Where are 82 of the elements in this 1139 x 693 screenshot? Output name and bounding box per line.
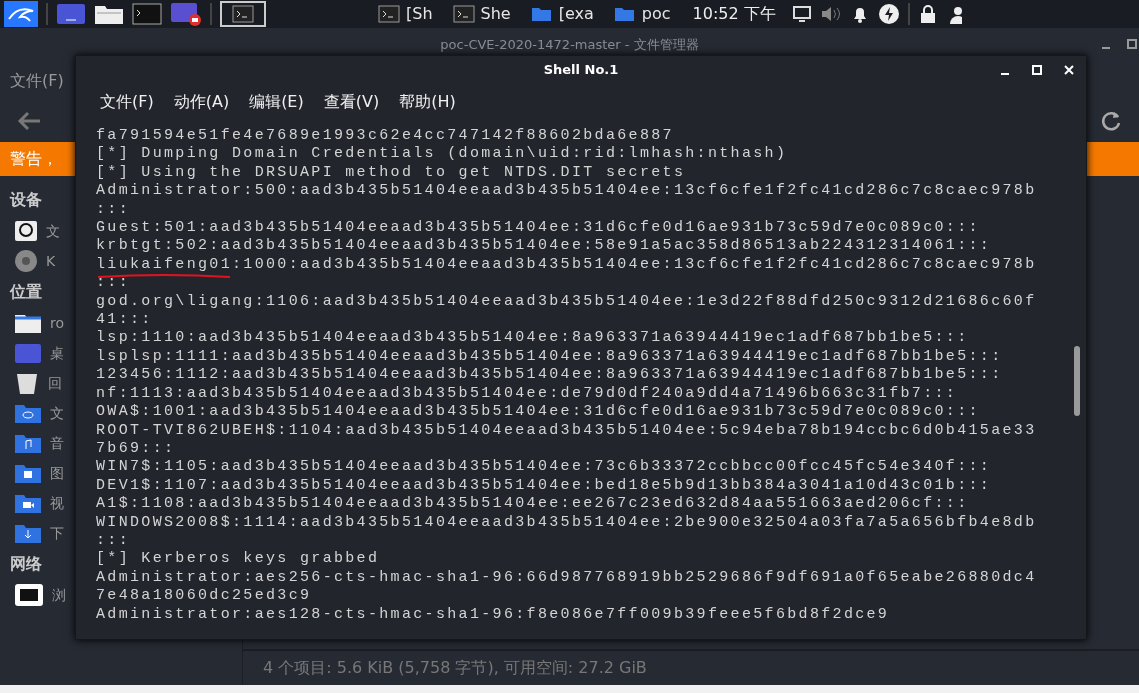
terminal-line: 41::: (96, 311, 153, 330)
terminal-line: krbtgt:502:aad3b435b51404eeaad3b435b51404ee:58e91a5ac358d86513ab224312314061::: (96, 237, 992, 256)
terminal-line: fa791594e51fe4e7689e1993c62e4cc747142f88602bda6e887 (96, 127, 674, 146)
screen-recorder-icon[interactable] (170, 2, 202, 26)
terminal-line: ROOT-TVI862UBEH$:1104:aad3b435b51404eeaad3b435b51404ee:5c94eba78b194ccbc6d0b415ae33 (96, 421, 1037, 440)
sidebar-heading: 网络 (10, 553, 42, 575)
terminal-line: 7b69::: (96, 439, 176, 459)
terminal-line: WINDOWS2008$:1114:aad3b435b51404eeaad3b435b51404ee:2be900e32504a03fa7a5a656bfb4e8db (96, 513, 1037, 532)
window-title: poc-CVE-2020-1472-master - 文件管理器 (440, 36, 699, 55)
folder-icon[interactable] (94, 3, 124, 25)
terminal-line: A1$:1108:aad3b435b51404eeaad3b435b51404ee:ee267c23ed632d84aa551663aed206cf::: (96, 495, 969, 514)
terminal-line: ::: (96, 200, 130, 220)
terminal-line: 123456:1112:aad3b435b51404eeaad3b435b51404ee:8a963371a63944419ec1adf687bb1be5::: (96, 366, 1003, 385)
desktop-icon (14, 342, 42, 364)
menu-item[interactable]: 文件(F) (90, 90, 164, 114)
taskbar-window-button[interactable]: [exa (524, 0, 600, 28)
clock: 10:52 下午 (691, 3, 777, 25)
sidebar-heading: 设备 (10, 189, 42, 211)
dragon-logo-icon[interactable] (4, 1, 38, 27)
taskbar-window-button[interactable]: poc (607, 0, 677, 28)
sidebar-item[interactable]: 回 (48, 372, 62, 394)
menu-item[interactable]: 编辑(E) (239, 90, 314, 114)
sidebar-item[interactable]: 下 (50, 522, 64, 544)
window-title: Shell No.1 (543, 60, 619, 79)
terminal-line: nf:1113:aad3b435b51404eeaad3b435b51404ee:de79d0df240a9dd4a71496b663c31fb7::: (96, 384, 958, 404)
terminal-line: Administrator:500:aad3b435b51404eeaad3b435b51404ee:13cf6cfe1f2fc41cd286c7c8caec978b (96, 182, 1037, 201)
terminal-line: [*] Kerberos keys grabbed (96, 550, 380, 569)
terminal-line: WIN7$:1105:aad3b435b51404eeaad3b435b51404ee:73c6b33372ccbbcc00fcc45fc54e340f::: (96, 458, 992, 477)
terminal-line: ::: (96, 274, 130, 293)
menu-item[interactable]: 动作(A) (163, 90, 240, 114)
terminal-line: OWA$:1001:aad3b435b51404eeaad3b435b51404ee:31d6cfe0d16ae931b73c59d7e0c089c0::: (96, 403, 980, 422)
sidebar-item[interactable]: 图 (50, 462, 64, 484)
video-folder-icon (14, 492, 42, 514)
terminal-line: [*] Dumping Domain Credentials (domain\uid:rid:lmhash:nthash) (96, 145, 788, 164)
terminal-line: lsplsp:1111:aad3b435b51404eeaad3b435b51404ee:8a963371a63944419ec1adf687bb1be5::: (96, 347, 1003, 367)
scrollbar[interactable] (1074, 346, 1080, 416)
terminal-line: Administrator:aes128-cts-hmac-sha1-96:f8e086e7ff009b39feee5f6bd8f2dce9 (96, 605, 890, 624)
sidebar-item[interactable]: 浏 (52, 584, 66, 606)
disc-icon (14, 249, 38, 273)
terminal-line: Administrator:aes256-cts-hmac-sha1-96:66d987768919bb2529686f9df691a0f65eabe26880dc4 (96, 568, 1037, 588)
menu-item[interactable]: 帮助(H) (389, 90, 466, 114)
volume-icon[interactable] (819, 5, 842, 23)
menu-item[interactable]: 查看(V) (313, 90, 390, 114)
terminal-icon[interactable] (232, 4, 254, 24)
refresh-icon[interactable] (1099, 109, 1123, 133)
terminal-line: god.org\ligang:1106:aad3b435b51404eeaad3b435b51404ee:1e3d22f88dfd250c9312d21686c60f (96, 292, 1037, 312)
close-icon[interactable] (1062, 64, 1076, 76)
terminal-line: 7e48a18060dc25ed3c9 (96, 587, 312, 606)
terminal-line: liukaifeng01:1000:aad3b435b51404eeaad3b435b51404ee:13cf6cfe1f2fc41cd286c7c8caec978b (96, 255, 1037, 275)
folder-icon (14, 312, 42, 334)
sidebar-item[interactable]: 视 (50, 492, 64, 514)
sidebar-item[interactable]: 文 (50, 402, 64, 424)
warning-bar (1087, 142, 1139, 176)
sidebar-item[interactable]: 音 (50, 432, 64, 454)
maximize-icon[interactable] (1030, 64, 1044, 76)
sidebar-item[interactable]: 文 (46, 220, 60, 242)
desktop-icon[interactable] (56, 3, 86, 25)
music-folder-icon (14, 432, 42, 454)
terminal-line: lsp:1110:aad3b435b51404eeaad3b435b51404ee:8a963371a63944419ec1adf687bb1be5::: (96, 329, 969, 348)
terminal-icon[interactable] (132, 3, 162, 25)
document-folder-icon (14, 402, 42, 424)
sidebar-item[interactable]: K (46, 250, 56, 272)
terminal-line: Guest:501:aad3b435b51404eeaad3b435b51404ee:31d6cfe0d16ae931b73c59d7e0c089c0::: (96, 219, 980, 238)
sidebar-item[interactable]: 桌 (50, 342, 64, 364)
terminal-line: DEV1$:1107:aad3b435b51404eeaad3b435b51404ee:bed18e5b9d13bb384a3041a10d43c01b::: (96, 476, 992, 496)
terminal-icon (378, 4, 400, 24)
picture-folder-icon (14, 462, 42, 484)
taskbar-window-button[interactable]: [Sh (372, 0, 439, 28)
sidebar-item[interactable]: ro (50, 312, 64, 334)
terminal-line: [*] Using the DRSUAPI method to get NTDS.DIT secrets (96, 163, 686, 183)
terminal-icon (452, 4, 475, 24)
network-icon (14, 583, 44, 607)
taskbar-window-button[interactable]: She (446, 0, 517, 28)
menu-item[interactable]: 文件(F) (10, 69, 64, 93)
drive-icon (14, 220, 38, 242)
download-folder-icon (14, 522, 42, 544)
power-icon[interactable] (877, 3, 900, 25)
display-icon[interactable] (791, 5, 812, 23)
sidebar-heading: 位置 (10, 281, 42, 303)
terminal-line: ::: (96, 531, 130, 551)
back-arrow-icon[interactable] (16, 110, 42, 132)
trash-icon (14, 371, 40, 395)
